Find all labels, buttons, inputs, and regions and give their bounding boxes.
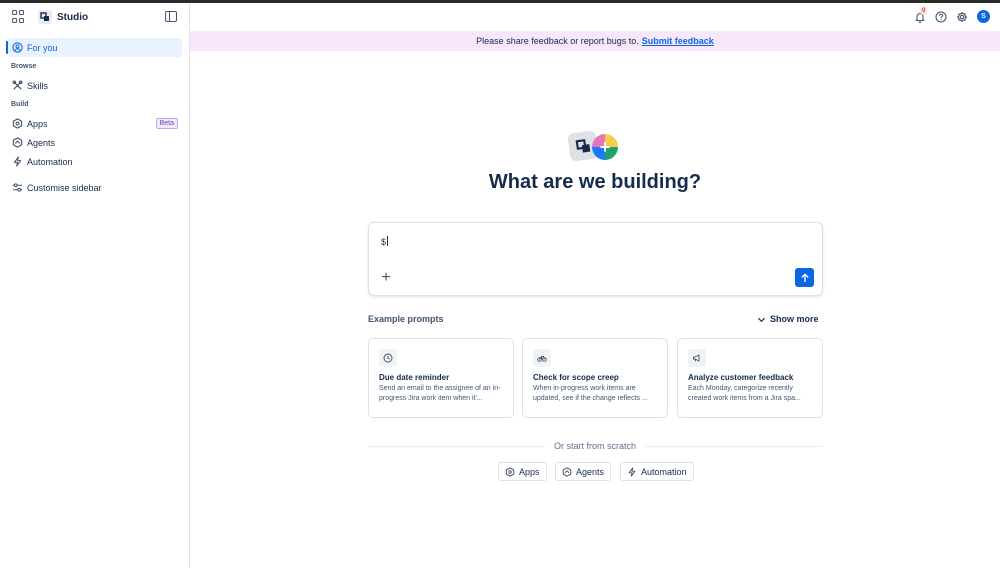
- chevron-down-icon: [757, 317, 766, 322]
- page-title: What are we building?: [488, 171, 702, 193]
- gear-icon: [957, 12, 967, 22]
- sidebar-item-label: For you: [27, 42, 58, 53]
- agent-icon: [562, 466, 572, 477]
- hero-logos: +: [567, 130, 621, 162]
- beta-badge: Beta: [155, 118, 178, 129]
- card-description: Send an email to the assignee of an in-p…: [379, 385, 501, 402]
- sidebar-item-label: Skills: [27, 80, 49, 91]
- apps-hexagon-icon: [12, 118, 23, 129]
- user-avatar[interactable]: S: [977, 10, 990, 23]
- clock-icon: [379, 349, 397, 367]
- sidebar-item-skills[interactable]: Skills: [8, 76, 182, 95]
- example-card-scope-creep[interactable]: Check for scope creep When in-progress w…: [522, 338, 668, 418]
- sliders-icon: [12, 182, 23, 193]
- send-button[interactable]: [795, 268, 814, 287]
- sidebar-item-label: Apps: [27, 118, 48, 129]
- start-apps-button[interactable]: Apps: [498, 462, 547, 481]
- sidebar-header: Studio: [0, 3, 189, 31]
- example-prompts-label: Example prompts: [368, 314, 444, 324]
- pill-label: Apps: [519, 466, 540, 477]
- help-icon: [935, 11, 947, 23]
- section-browse: Browse: [11, 63, 37, 70]
- example-card-customer-feedback[interactable]: Analyze customer feedback Each Monday, c…: [677, 338, 823, 418]
- megaphone-icon: [688, 349, 706, 367]
- notification-count-badge: 9: [920, 7, 928, 15]
- person-circle-icon: [12, 42, 23, 53]
- sidebar-item-automation[interactable]: Automation: [8, 152, 182, 171]
- notifications-button[interactable]: 9: [912, 7, 928, 25]
- example-card-due-date[interactable]: Due date reminder Send an email to the a…: [368, 338, 514, 418]
- prompt-input-text[interactable]: $: [381, 236, 388, 247]
- card-title: Analyze customer feedback: [688, 373, 794, 382]
- start-automation-button[interactable]: Automation: [620, 462, 694, 481]
- pill-label: Automation: [641, 466, 687, 477]
- sidebar-item-for-you[interactable]: For you: [6, 38, 182, 57]
- feedback-banner: Please share feedback or report bugs to.…: [190, 31, 1000, 51]
- ai-sparkle-icon: +: [592, 134, 618, 160]
- agent-icon: [12, 137, 23, 148]
- prompt-input[interactable]: $ +: [368, 222, 823, 296]
- apps-hexagon-icon: [505, 466, 515, 477]
- card-description: When in-progress work items are updated,…: [533, 385, 648, 402]
- sidebar: Studio For you Browse Skills Build Apps …: [0, 3, 190, 568]
- collapse-sidebar-icon[interactable]: [165, 11, 177, 22]
- pill-label: Agents: [576, 466, 605, 477]
- section-build: Build: [11, 101, 29, 108]
- start-agents-button[interactable]: Agents: [555, 462, 612, 481]
- banner-text: Please share feedback or report bugs to.: [476, 36, 639, 46]
- sidebar-item-apps[interactable]: Apps Beta: [8, 114, 182, 133]
- card-title: Due date reminder: [379, 373, 450, 382]
- card-title: Check for scope creep: [533, 373, 619, 382]
- sidebar-item-label: Customise sidebar: [27, 182, 102, 193]
- arrow-up-icon: [800, 272, 809, 282]
- show-more-label: Show more: [770, 314, 819, 324]
- sidebar-item-agents[interactable]: Agents: [8, 133, 182, 152]
- start-from-scratch-label: Or start from scratch: [545, 441, 645, 451]
- lightning-icon: [628, 466, 636, 477]
- studio-logo-icon: [38, 10, 52, 24]
- sidebar-item-label: Automation: [27, 156, 73, 167]
- app-switcher-icon[interactable]: [12, 10, 26, 24]
- settings-button[interactable]: [954, 9, 970, 25]
- bicycle-icon: [533, 349, 551, 367]
- lightning-icon: [12, 156, 23, 167]
- show-more-button[interactable]: Show more: [757, 314, 819, 324]
- submit-feedback-link[interactable]: Submit feedback: [642, 36, 714, 46]
- add-attachment-icon[interactable]: +: [379, 270, 393, 286]
- card-description: Each Monday, categorize recently created…: [688, 385, 801, 402]
- app-title[interactable]: Studio: [57, 12, 88, 23]
- tools-icon: [12, 80, 23, 91]
- sidebar-item-label: Agents: [27, 137, 56, 148]
- sidebar-item-customise[interactable]: Customise sidebar: [8, 178, 182, 197]
- help-button[interactable]: [933, 9, 949, 25]
